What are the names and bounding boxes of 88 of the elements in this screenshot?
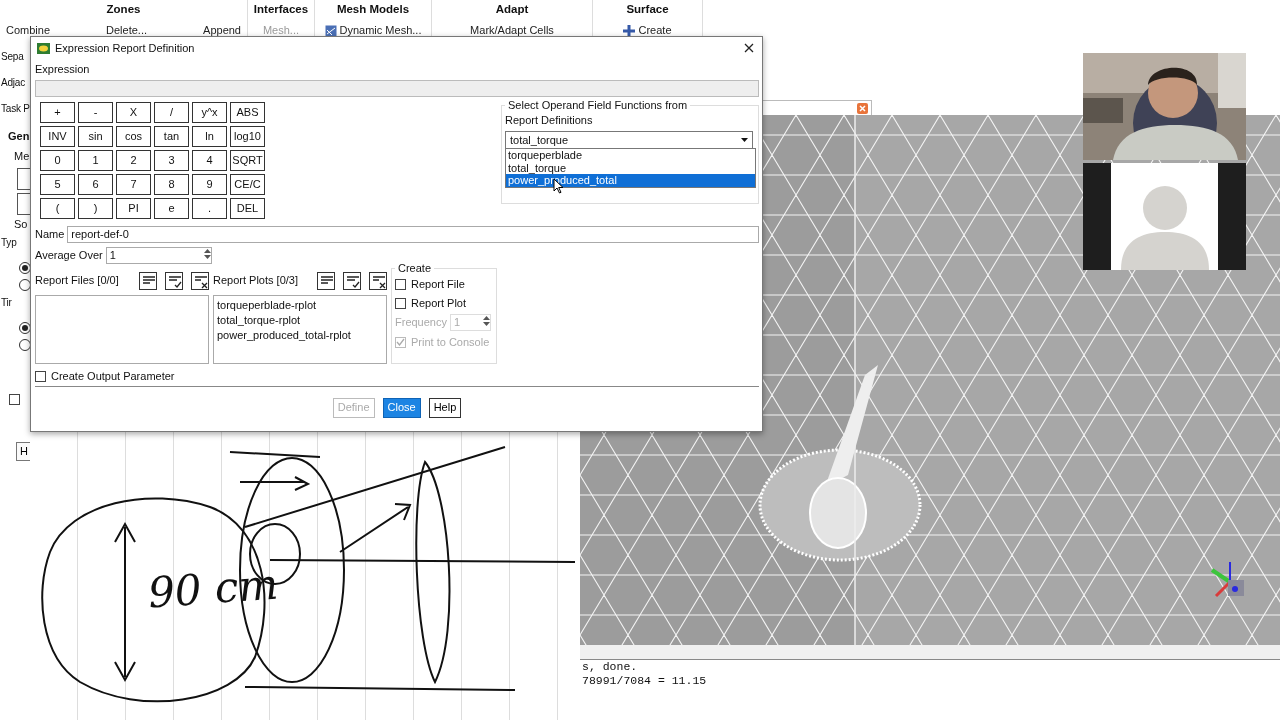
help-button[interactable]: Help [428, 397, 462, 418]
group-label: Me [13, 149, 30, 164]
keypad-key[interactable]: 8 [154, 173, 189, 195]
keypad-key[interactable]: / [154, 101, 189, 123]
ribbon-group-title: Surface [625, 2, 670, 17]
keypad-key[interactable]: log10 [230, 125, 265, 147]
ribbon-group-title: Mesh Models [335, 2, 411, 17]
keypad-key[interactable]: y^x [192, 101, 227, 123]
caret-icon [741, 138, 748, 142]
ribbon-item[interactable]: Append [203, 22, 241, 39]
keypad-key[interactable]: 9 [192, 173, 227, 195]
field-label: Report Definitions [505, 112, 594, 128]
keypad-key[interactable]: ABS [230, 101, 265, 123]
keypad-key[interactable]: PI [116, 197, 151, 219]
keypad-key[interactable]: 1 [78, 149, 113, 171]
ribbon-group-title: Adapt [494, 2, 530, 17]
checkbox[interactable] [395, 297, 406, 309]
ribbon-item[interactable]: Delete... [106, 22, 148, 39]
frequency-field: 1 [450, 314, 491, 331]
checkbox-label: Create Output Parameter [51, 368, 175, 384]
keypad-key[interactable]: + [40, 101, 75, 123]
checkbox-label: Print to Console [411, 334, 490, 350]
panel-heading: Gen [7, 129, 30, 144]
name-field[interactable]: report-def-0 [67, 225, 759, 243]
plus-icon [623, 24, 636, 37]
keypad-key[interactable]: 4 [192, 149, 227, 171]
group-label: So [13, 217, 29, 232]
average-over-field[interactable]: 1 [105, 246, 212, 264]
keypad-key[interactable]: 6 [78, 173, 113, 195]
spinner-arrows-icon[interactable] [203, 247, 211, 260]
checkbox-label: Report File [411, 276, 465, 292]
app-icon [37, 42, 50, 54]
keypad-key[interactable]: sin [78, 125, 113, 147]
keypad-key[interactable]: DEL [230, 197, 265, 219]
ribbon-item[interactable]: Create [623, 22, 672, 39]
keypad-key[interactable]: 0 [40, 149, 75, 171]
keypad-key[interactable]: CE/C [230, 173, 265, 195]
ribbon-group-title: Zones [105, 2, 142, 17]
list-item[interactable]: power_produced_total-rplot [217, 327, 383, 343]
keypad-key[interactable]: - [78, 101, 113, 123]
window-title: Expression Report Definition [55, 40, 196, 56]
checkbox-label: Report Plot [411, 295, 467, 311]
keypad-key[interactable]: INV [40, 125, 75, 147]
keypad-key[interactable]: ln [192, 125, 227, 147]
console-line: 78991/7084 = 11.15 [581, 674, 708, 688]
list-label: Report Files [0/0] [35, 273, 119, 289]
keypad-key[interactable]: e [154, 197, 189, 219]
keypad-key[interactable]: ( [40, 197, 75, 219]
keypad-key[interactable]: cos [116, 125, 151, 147]
panel-label: Adjac [0, 76, 26, 90]
field-label: Frequency [395, 315, 447, 331]
list-label: Report Plots [0/3] [213, 273, 298, 289]
console-line: s, done. [581, 660, 639, 674]
field-label: Name [35, 226, 65, 242]
dropdown-option[interactable]: total_torque [506, 161, 755, 174]
keypad-key[interactable]: 2 [116, 149, 151, 171]
ribbon-item[interactable]: Mark/Adapt Cells [470, 22, 554, 39]
group-title: Select Operand Field Functions from [507, 98, 689, 112]
close-button[interactable]: Close [382, 397, 421, 418]
keypad-key[interactable]: tan [154, 125, 189, 147]
dropdown-option[interactable]: power_produced_total [506, 174, 755, 187]
ribbon-item[interactable]: Dynamic Mesh... [324, 22, 422, 39]
dropdown-option[interactable]: torqueperblade [506, 149, 755, 162]
expression-field[interactable] [35, 79, 759, 97]
keypad-key[interactable]: ) [78, 197, 113, 219]
panel-label: Task P [0, 102, 30, 116]
field-label: Average Over [35, 247, 103, 263]
handwritten-note: 90 cm [145, 558, 281, 620]
keypad-key[interactable]: . [192, 197, 227, 219]
keypad-key[interactable]: 5 [40, 173, 75, 195]
keypad-key[interactable]: 3 [154, 149, 189, 171]
ribbon-group-title: Interfaces [252, 2, 310, 17]
keypad-key[interactable]: 7 [116, 173, 151, 195]
panel-button[interactable]: H [16, 442, 30, 461]
close-icon[interactable] [744, 43, 754, 53]
checkbox[interactable] [9, 394, 20, 405]
checkbox[interactable] [395, 278, 406, 290]
keypad-key[interactable]: SQRT [230, 149, 265, 171]
checkbox[interactable] [35, 370, 46, 382]
panel-label: Typ [0, 236, 18, 250]
group-title: Create [397, 261, 433, 275]
field-label: Expression [35, 62, 91, 77]
keypad-key[interactable]: X [116, 101, 151, 123]
list-item[interactable]: total_torque-rplot [217, 312, 383, 328]
panel-label: Sepa [0, 50, 25, 64]
ribbon-item[interactable]: Combine [6, 22, 51, 39]
panel-label: Tir [0, 296, 13, 310]
list-item[interactable]: torqueperblade-rplot [217, 297, 383, 313]
